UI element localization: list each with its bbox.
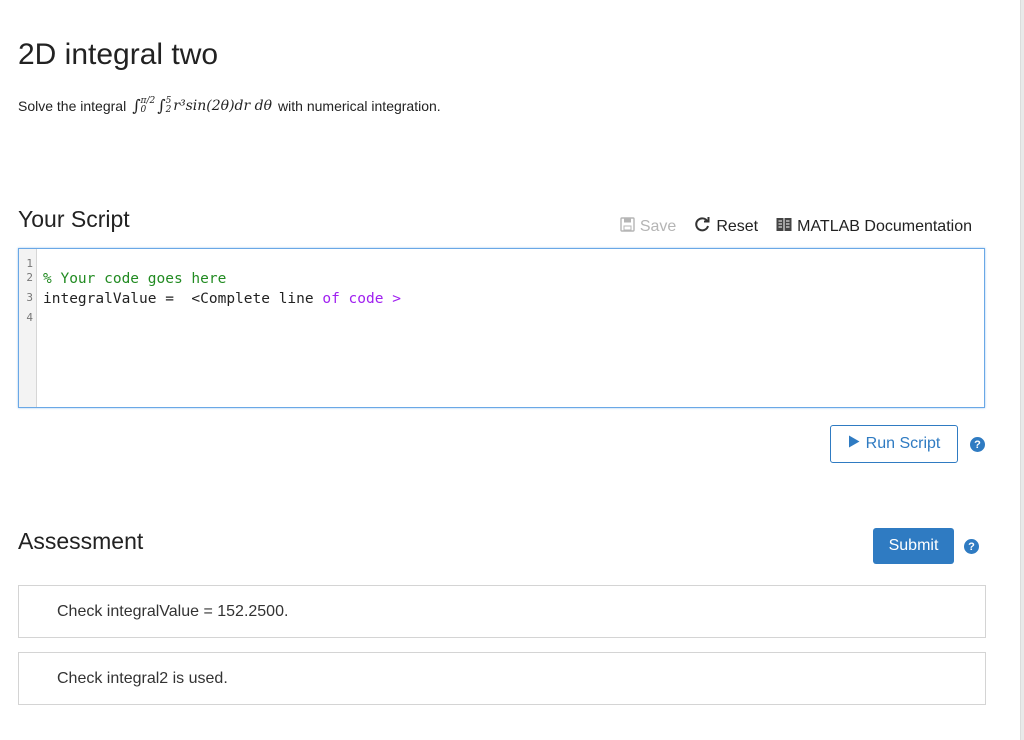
play-icon — [848, 435, 860, 453]
inner-lower-limit: 2 — [165, 104, 172, 115]
outer-lower-limit: 0 — [140, 104, 147, 115]
code-editor[interactable]: 12 3 4 % Your code goes here integralValue … — [18, 248, 985, 408]
integrand: r³sin(2θ)dr dθ — [173, 97, 273, 114]
inner-limits: 5 2 — [165, 96, 172, 115]
line-number: 1 — [26, 257, 33, 270]
line-number: 3 — [26, 291, 33, 304]
line-number: 4 — [26, 311, 33, 324]
code-token: of code > — [322, 291, 401, 307]
code-line[interactable]: integralValue = <Complete line of code > — [43, 291, 984, 311]
outer-limits: π/2 0 — [140, 96, 156, 115]
page: 2D integral two Solve the integral ∫ π/2… — [0, 0, 1024, 740]
code-line[interactable] — [43, 257, 984, 271]
save-button[interactable]: Save — [620, 217, 676, 237]
script-heading: Your Script — [18, 206, 130, 232]
line-number: 2 — [26, 271, 33, 284]
page-title: 2D integral two — [18, 38, 219, 71]
run-script-label: Run Script — [865, 435, 941, 452]
problem-prefix: Solve the integral — [18, 97, 127, 114]
code-line[interactable] — [43, 311, 984, 331]
submit-help-icon[interactable]: ? — [964, 539, 979, 554]
matlab-documentation-button[interactable]: MATLAB Documentation — [776, 217, 972, 237]
code-area[interactable]: % Your code goes here integralValue = <Co… — [37, 249, 984, 407]
reset-label: Reset — [716, 218, 759, 235]
code-line[interactable]: % Your code goes here — [43, 271, 984, 291]
outer-integral-sign: ∫ — [132, 96, 141, 115]
assessment-heading: Assessment — [18, 528, 144, 554]
integral-expression: ∫ π/2 0 ∫ 5 2 r³sin(2θ)dr dθ — [132, 96, 272, 115]
reset-icon — [694, 216, 711, 238]
line-number-gutter: 12 3 4 — [19, 249, 37, 407]
code-token: integralValue = <Complete line — [43, 291, 323, 307]
assessment-check-1[interactable]: Check integralValue = 152.2500. — [18, 585, 986, 638]
window-edge — [1020, 0, 1024, 740]
assessment-check-label: Check integralValue = 152.2500. — [57, 602, 289, 620]
documentation-label: MATLAB Documentation — [797, 218, 972, 235]
problem-suffix: with numerical integration. — [278, 97, 441, 114]
code-token: % Your code goes here — [43, 271, 227, 287]
submit-button[interactable]: Submit — [873, 528, 954, 564]
script-toolbar: Save Reset MATLAB Documentation — [620, 216, 972, 238]
assessment-check-2[interactable]: Check integral2 is used. — [18, 652, 986, 705]
assessment-check-label: Check integral2 is used. — [57, 669, 228, 687]
run-script-button[interactable]: Run Script — [830, 425, 958, 463]
save-label: Save — [639, 218, 677, 235]
run-help-icon[interactable]: ? — [970, 437, 985, 452]
reset-button[interactable]: Reset — [694, 216, 758, 238]
inner-integral-sign: ∫ — [157, 96, 166, 115]
problem-statement: Solve the integral ∫ π/2 0 ∫ 5 2 r³sin(2… — [18, 96, 441, 115]
documentation-icon — [776, 217, 792, 237]
save-icon — [620, 217, 635, 237]
